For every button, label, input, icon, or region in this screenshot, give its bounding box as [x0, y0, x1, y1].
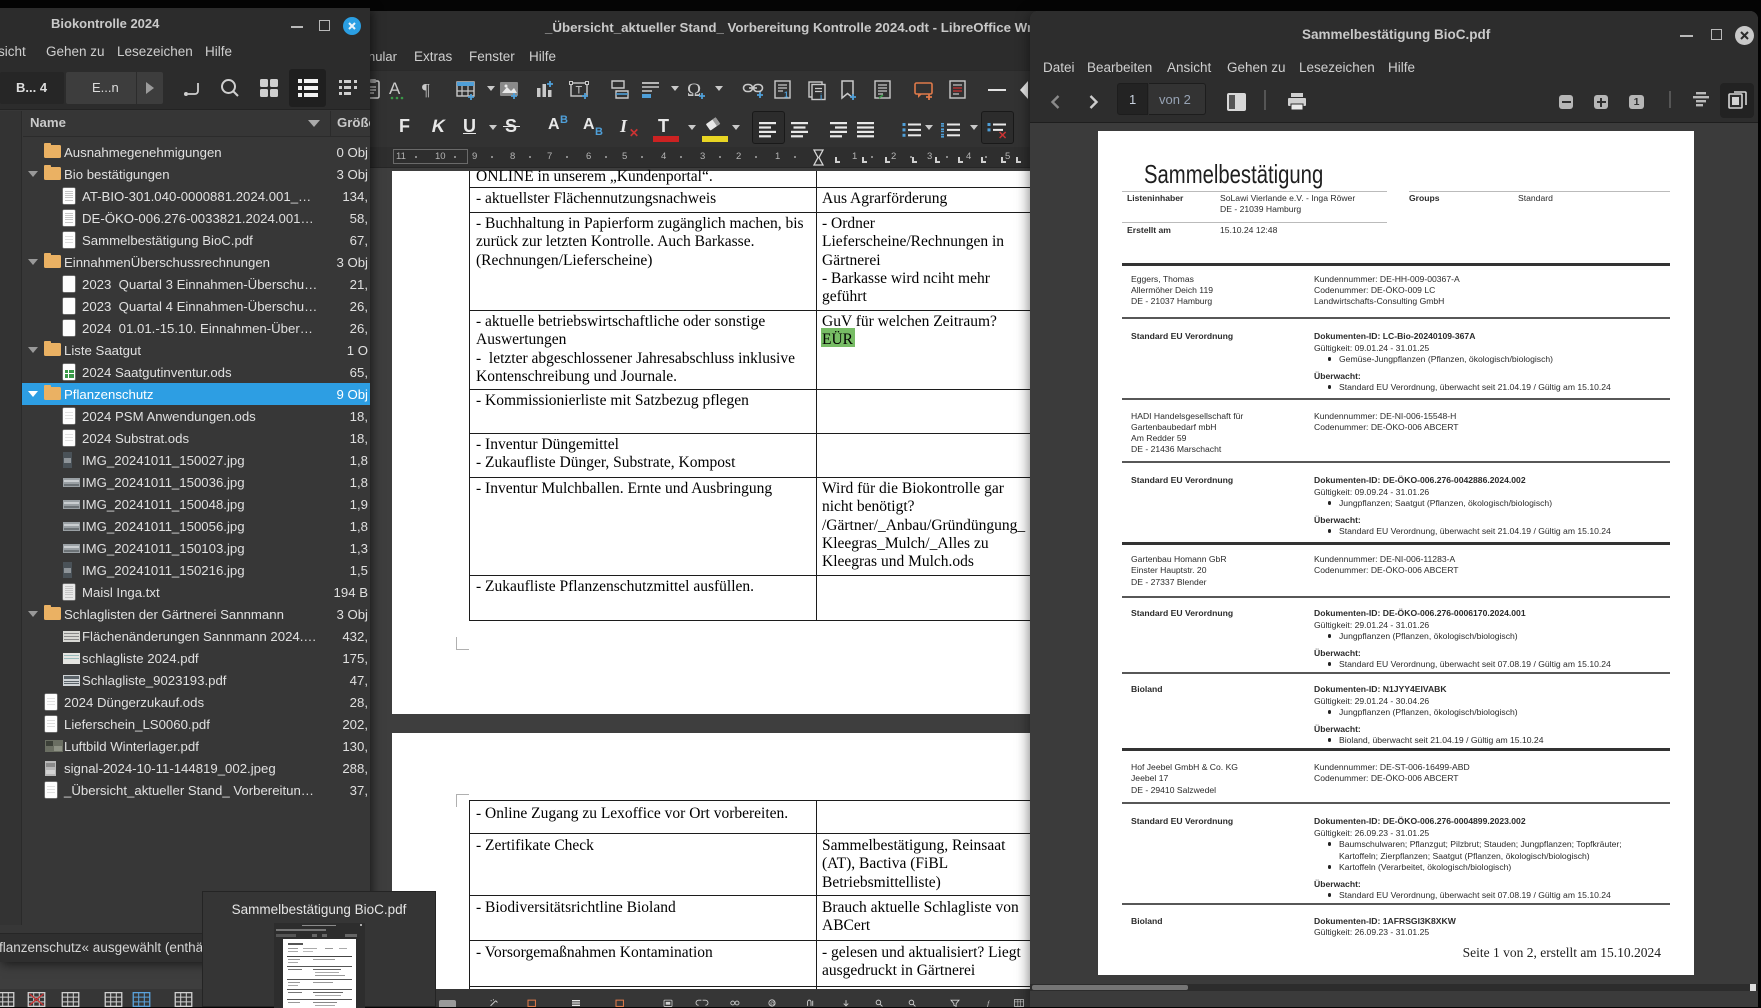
svg-text:¶: ¶ — [422, 80, 430, 99]
svg-text:A: A — [389, 79, 401, 98]
svg-text:✕: ✕ — [998, 130, 1007, 142]
svg-text:i: i — [820, 93, 822, 102]
svg-text:f: f — [987, 999, 990, 1007]
svg-text:T: T — [576, 85, 583, 97]
svg-text:Ω: Ω — [687, 80, 701, 101]
svg-text:1: 1 — [784, 91, 789, 100]
svg-text:@: @ — [770, 1001, 775, 1007]
